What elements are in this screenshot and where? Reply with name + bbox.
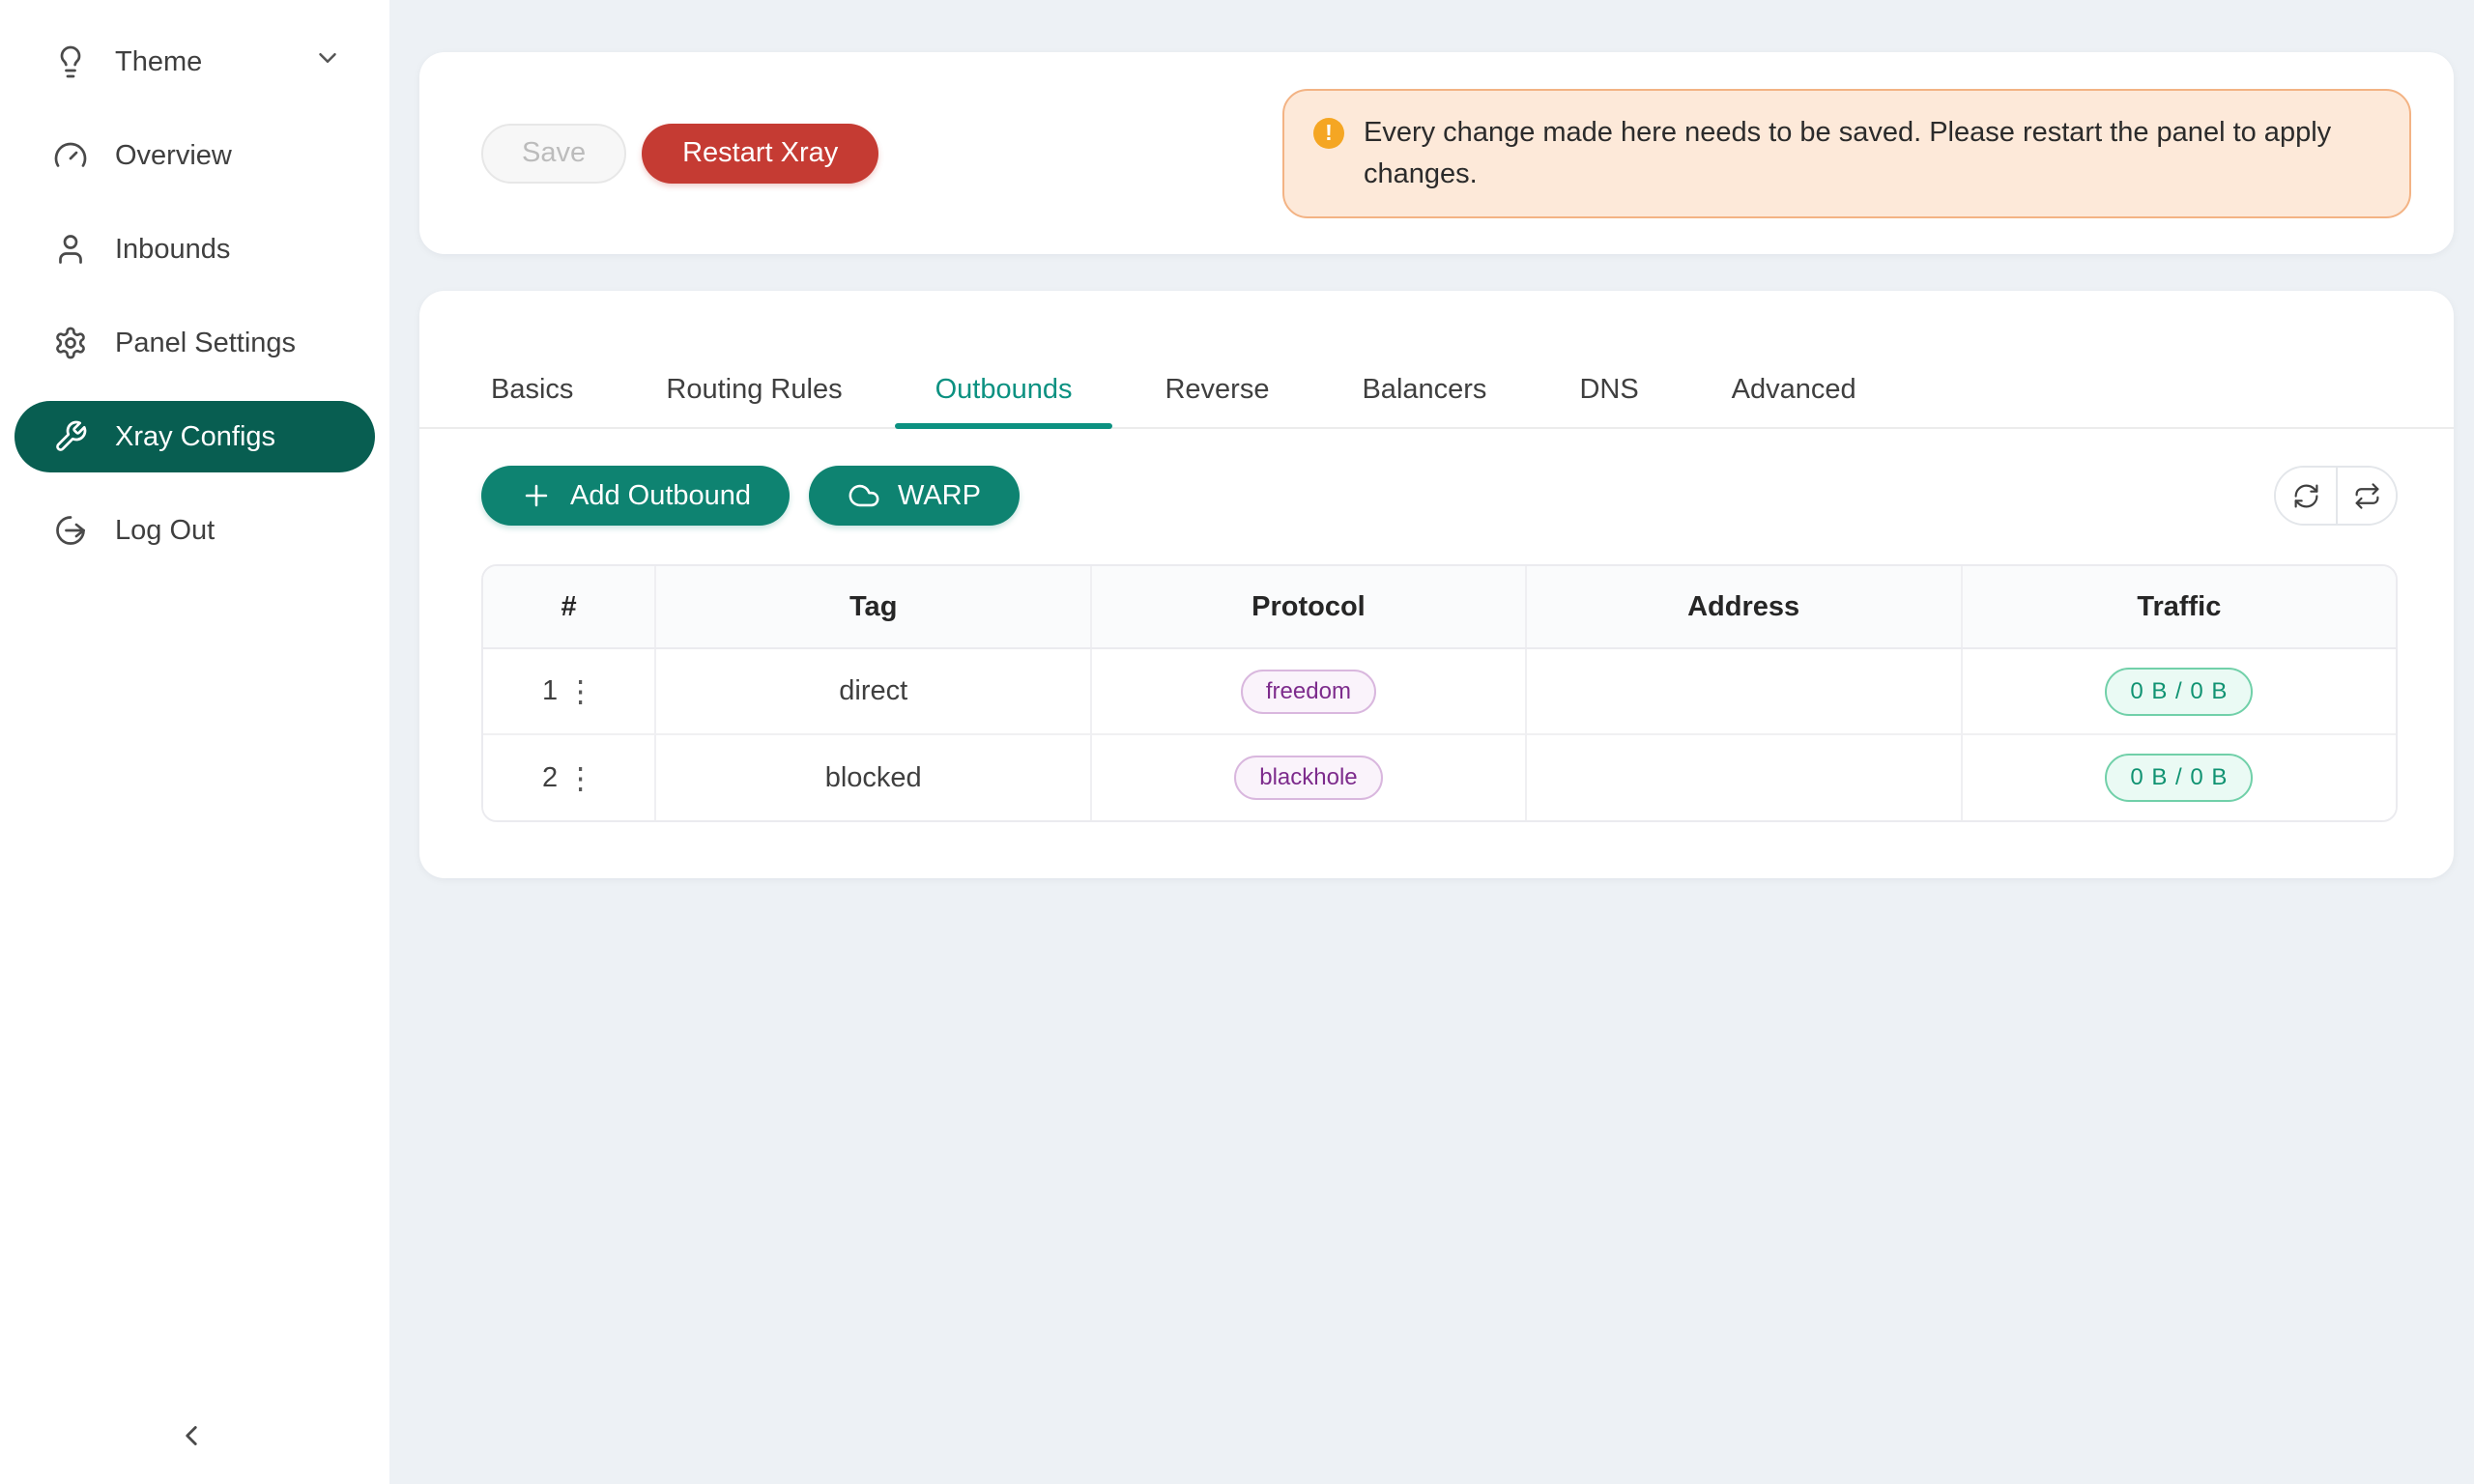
- sidebar: Theme Overview Inbounds Panel Settings X…: [0, 0, 389, 1484]
- tab-basics[interactable]: Basics: [450, 374, 614, 427]
- column-header-tag: Tag: [655, 566, 1091, 648]
- tab-advanced[interactable]: Advanced: [1691, 374, 1897, 427]
- refresh-button[interactable]: [2276, 468, 2336, 524]
- plus-icon: [520, 479, 553, 512]
- sidebar-item-theme[interactable]: Theme: [14, 26, 375, 98]
- sidebar-item-label: Panel Settings: [115, 328, 296, 359]
- table-row: 1 ⋮ direct freedom 0 B / 0 B: [483, 648, 2396, 734]
- tab-outbounds[interactable]: Outbounds: [895, 374, 1113, 427]
- tab-dns[interactable]: DNS: [1539, 374, 1679, 427]
- sidebar-item-xray-configs[interactable]: Xray Configs: [14, 401, 375, 472]
- row-tag: blocked: [655, 734, 1091, 820]
- gauge-icon: [53, 138, 88, 173]
- cloud-icon: [848, 479, 880, 512]
- column-header-traffic: Traffic: [1962, 566, 2396, 648]
- outbounds-actions-row: Add Outbound WARP: [419, 429, 2454, 526]
- alert-text: Every change made here needs to be saved…: [1364, 112, 2359, 195]
- row-tag: direct: [655, 648, 1091, 734]
- row-index: 2: [542, 762, 558, 794]
- sidebar-item-label: Xray Configs: [115, 421, 275, 453]
- chevron-left-icon: [175, 1419, 208, 1452]
- save-button[interactable]: Save: [481, 124, 626, 184]
- sidebar-item-label: Inbounds: [115, 234, 230, 266]
- repeat-icon: [2353, 482, 2381, 510]
- traffic-badge: 0 B / 0 B: [2105, 668, 2253, 716]
- protocol-badge: freedom: [1241, 670, 1376, 714]
- refresh-icon: [2292, 482, 2320, 510]
- protocol-badge: blackhole: [1234, 756, 1382, 800]
- sidebar-item-label: Theme: [115, 46, 202, 78]
- restart-xray-button[interactable]: Restart Xray: [642, 124, 878, 184]
- table-tools-group: [2274, 466, 2398, 526]
- sidebar-item-label: Overview: [115, 140, 232, 172]
- main-content: Save Restart Xray ! Every change made he…: [389, 0, 2474, 1484]
- config-tabs: Basics Routing Rules Outbounds Reverse B…: [419, 291, 2454, 429]
- row-address: [1526, 648, 1962, 734]
- add-outbound-button[interactable]: Add Outbound: [481, 466, 790, 526]
- tab-routing-rules[interactable]: Routing Rules: [625, 374, 882, 427]
- table-header-row: # Tag Protocol Address Traffic: [483, 566, 2396, 648]
- warp-button[interactable]: WARP: [809, 466, 1020, 526]
- sidebar-item-panel-settings[interactable]: Panel Settings: [14, 307, 375, 379]
- warp-label: WARP: [898, 480, 981, 512]
- column-header-protocol: Protocol: [1091, 566, 1525, 648]
- row-index: 1: [542, 675, 558, 707]
- restart-warning-alert: ! Every change made here needs to be sav…: [1282, 89, 2411, 218]
- table-row: 2 ⋮ blocked blackhole 0 B / 0 B: [483, 734, 2396, 820]
- tab-balancers[interactable]: Balancers: [1321, 374, 1527, 427]
- traffic-badge: 0 B / 0 B: [2105, 754, 2253, 802]
- row-address: [1526, 734, 1962, 820]
- add-outbound-label: Add Outbound: [570, 480, 751, 512]
- wrench-icon: [53, 419, 88, 454]
- row-menu-icon[interactable]: ⋮: [565, 676, 595, 706]
- logout-icon: [53, 513, 88, 548]
- sidebar-item-inbounds[interactable]: Inbounds: [14, 214, 375, 285]
- column-header-address: Address: [1526, 566, 1962, 648]
- user-icon: [53, 232, 88, 267]
- sidebar-item-log-out[interactable]: Log Out: [14, 495, 375, 566]
- gear-icon: [53, 326, 88, 360]
- row-menu-icon[interactable]: ⋮: [565, 763, 595, 793]
- sidebar-collapse-button[interactable]: [162, 1407, 220, 1465]
- tab-reverse[interactable]: Reverse: [1124, 374, 1309, 427]
- sidebar-item-label: Log Out: [115, 515, 215, 547]
- warning-icon: !: [1313, 118, 1344, 149]
- toolbar-card: Save Restart Xray ! Every change made he…: [419, 52, 2454, 254]
- column-header-index: #: [483, 566, 655, 648]
- xray-config-card: Basics Routing Rules Outbounds Reverse B…: [419, 291, 2454, 878]
- reload-config-button[interactable]: [2336, 468, 2396, 524]
- outbounds-table: # Tag Protocol Address Traffic 1 ⋮: [481, 564, 2398, 822]
- sidebar-item-overview[interactable]: Overview: [14, 120, 375, 191]
- lightbulb-icon: [53, 44, 88, 79]
- chevron-down-icon: [313, 43, 342, 80]
